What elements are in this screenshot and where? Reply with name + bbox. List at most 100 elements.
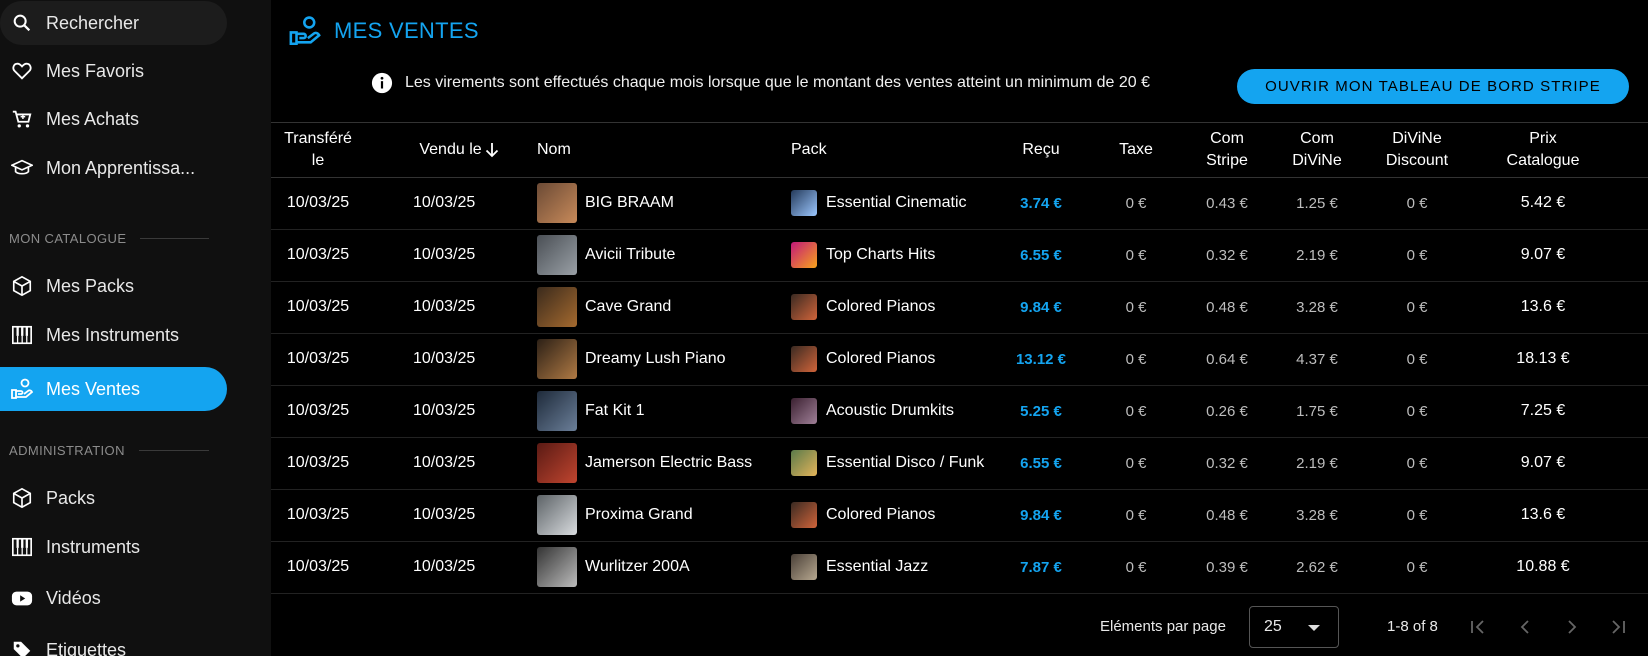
sidebar-item-favorites[interactable]: Mes Favoris [0, 49, 227, 93]
divider [138, 450, 209, 451]
table-row[interactable]: 10/03/25 10/03/25 9.84 € 0 € 0.48 € 3.28 € 0 €… [271, 281, 1648, 333]
divider [271, 122, 1648, 123]
sidebar-item-instruments[interactable]: Mes Instruments [0, 313, 227, 357]
sidebar-item-sales[interactable]: Mes Ventes [0, 367, 227, 411]
last-page-icon[interactable] [1606, 615, 1630, 639]
table-row[interactable]: 10/03/25 10/03/25 6.55 € 0 € 0.32 € 2.19 € 0 €… [271, 437, 1648, 489]
header-divine-discount[interactable]: DiViNe Discount [1367, 128, 1467, 172]
heart-icon [10, 59, 34, 83]
per-page-value: 25 [1264, 618, 1282, 635]
cell-tax: 0 € [1125, 194, 1147, 212]
cell-tax: 0 € [1125, 298, 1147, 316]
cart-icon [10, 107, 34, 131]
cell-com-divine: 3.28 € [1296, 298, 1338, 316]
paginator: Eléments par page 25 1-8 of 8 [271, 606, 1648, 648]
next-page-icon[interactable] [1560, 615, 1584, 639]
instrument-name: BIG BRAAM [585, 194, 674, 211]
cell-com-stripe: 0.64 € [1206, 350, 1248, 368]
header-transferred[interactable]: Transféré le [279, 128, 357, 172]
cell-com-stripe: 0.43 € [1206, 194, 1248, 212]
table-row[interactable]: 10/03/25 10/03/25 6.55 € 0 € 0.32 € 2.19 € 0 €… [271, 229, 1648, 281]
sidebar-item-admin-labels[interactable]: Etiquettes [0, 628, 227, 656]
table-row[interactable]: 10/03/25 10/03/25 13.12 € 0 € 0.64 € 4.37 € 0 … [271, 333, 1648, 385]
instrument-name: Fat Kit 1 [585, 402, 645, 419]
open-stripe-dashboard-button[interactable]: OUVRIR MON TABLEAU DE BORD STRIPE [1237, 69, 1629, 104]
cell-name[interactable]: Cave Grand [537, 281, 787, 333]
search-label: Rechercher [46, 12, 140, 33]
per-page-select[interactable]: 25 [1249, 606, 1339, 648]
cell-catalog-price: 13.6 € [1520, 506, 1566, 523]
cell-received: 9.84 € [1020, 298, 1062, 316]
cell-pack[interactable]: Colored Pianos [791, 281, 1011, 333]
cell-catalog-price: 13.6 € [1520, 298, 1566, 315]
sales-hand-icon [288, 14, 322, 48]
pack-name: Colored Pianos [826, 350, 936, 367]
cell-name[interactable]: Proxima Grand [537, 489, 787, 541]
sidebar-item-admin-instruments[interactable]: Instruments [0, 525, 227, 569]
cell-pack[interactable]: Essential Disco / Funk [791, 437, 1011, 489]
piano-icon [10, 323, 34, 347]
cell-sold: 10/03/25 [413, 246, 476, 263]
sidebar-item-label: Instruments [46, 536, 141, 557]
sidebar-item-packs[interactable]: Mes Packs [0, 264, 227, 308]
pack-name: Essential Cinematic [826, 194, 967, 211]
cell-name[interactable]: Avicii Tribute [537, 229, 787, 281]
cell-divine-discount: 0 € [1406, 558, 1428, 576]
cell-pack[interactable]: Acoustic Drumkits [791, 385, 1011, 437]
cell-name[interactable]: Jamerson Electric Bass [537, 437, 787, 489]
sidebar-item-admin-packs[interactable]: Packs [0, 476, 227, 520]
pack-name: Essential Disco / Funk [826, 454, 985, 471]
cell-pack[interactable]: Essential Cinematic [791, 177, 1011, 229]
cell-pack[interactable]: Essential Jazz [791, 541, 1011, 593]
arrow-down-icon [485, 142, 499, 158]
search-box[interactable]: Rechercher [0, 1, 227, 45]
cell-pack[interactable]: Colored Pianos [791, 489, 1011, 541]
cell-name[interactable]: Dreamy Lush Piano [537, 333, 787, 385]
table-row[interactable]: 10/03/25 10/03/25 9.84 € 0 € 0.48 € 3.28 € 0 €… [271, 489, 1648, 541]
header-sold-label: Vendu le [419, 141, 482, 158]
sidebar-item-label: Vidéos [46, 587, 101, 608]
pack-name: Colored Pianos [826, 506, 936, 523]
cell-transferred: 10/03/25 [286, 350, 350, 367]
instrument-name: Proxima Grand [585, 506, 693, 523]
cell-sold: 10/03/25 [413, 558, 476, 575]
header-tax[interactable]: Taxe [1101, 128, 1171, 172]
cell-transferred: 10/03/25 [286, 298, 350, 315]
cell-catalog-price: 7.25 € [1520, 402, 1566, 419]
header-catalog-price[interactable]: Prix Catalogue [1493, 128, 1593, 172]
header-name[interactable]: Nom [537, 128, 577, 172]
first-page-icon[interactable] [1466, 615, 1490, 639]
table-row[interactable]: 10/03/25 10/03/25 7.87 € 0 € 0.39 € 2.62 € 0 €… [271, 541, 1648, 593]
info-banner: Les virements sont effectués chaque mois… [371, 72, 1150, 94]
cell-pack[interactable]: Colored Pianos [791, 333, 1011, 385]
sidebar-item-purchases[interactable]: Mes Achats [0, 97, 227, 141]
instrument-thumbnail [537, 443, 577, 483]
sidebar-item-label: Mes Instruments [46, 324, 180, 345]
header-received[interactable]: Reçu [1011, 128, 1071, 172]
cell-name[interactable]: Fat Kit 1 [537, 385, 787, 437]
cell-catalog-price: 18.13 € [1516, 350, 1570, 367]
instrument-thumbnail [537, 547, 577, 587]
table-row[interactable]: 10/03/25 10/03/25 3.74 € 0 € 0.43 € 1.25 € 0 €… [271, 177, 1648, 229]
cell-name[interactable]: BIG BRAAM [537, 177, 787, 229]
cell-name[interactable]: Wurlitzer 200A [537, 541, 787, 593]
cell-pack[interactable]: Top Charts Hits [791, 229, 1011, 281]
cell-com-stripe: 0.32 € [1206, 454, 1248, 472]
cell-tax: 0 € [1125, 246, 1147, 264]
sidebar-item-learning[interactable]: Mon Apprentissa... [0, 146, 227, 190]
header-com-divine[interactable]: Com DiViNe [1277, 128, 1357, 172]
header-sold[interactable]: Vendu le [409, 128, 509, 172]
instrument-name: Avicii Tribute [585, 246, 676, 263]
instrument-name: Wurlitzer 200A [585, 558, 690, 575]
instrument-thumbnail [537, 391, 577, 431]
pack-thumbnail [791, 398, 817, 424]
header-com-stripe[interactable]: Com Stripe [1187, 128, 1267, 172]
sidebar-item-admin-videos[interactable]: Vidéos [0, 576, 227, 620]
table-row[interactable]: 10/03/25 10/03/25 5.25 € 0 € 0.26 € 1.75 € 0 €… [271, 385, 1648, 437]
cell-transferred: 10/03/25 [286, 194, 350, 211]
prev-page-icon[interactable] [1513, 615, 1537, 639]
cell-transferred: 10/03/25 [286, 506, 350, 523]
main-content: MES VENTES Les virements sont effectués … [271, 0, 1648, 656]
header-pack[interactable]: Pack [791, 128, 831, 172]
cell-catalog-price: 10.88 € [1516, 558, 1570, 575]
